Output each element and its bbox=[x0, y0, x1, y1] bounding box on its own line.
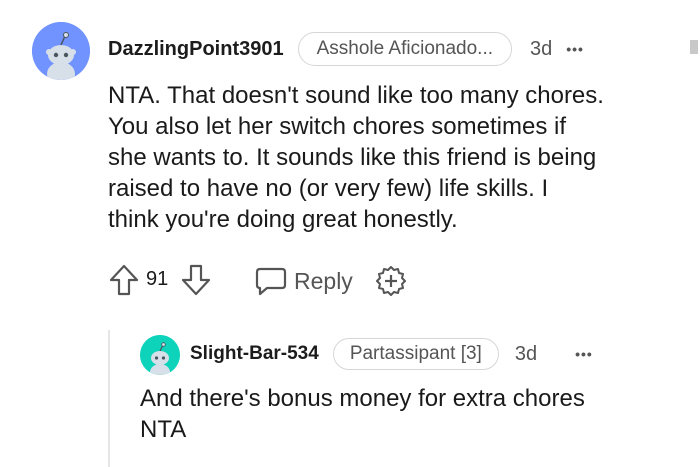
reply-username[interactable]: Slight-Bar-534 bbox=[190, 343, 319, 365]
comment-body: NTA. That doesn't sound like too many ch… bbox=[108, 80, 604, 235]
reply-button[interactable]: Reply bbox=[254, 264, 353, 298]
snoo-icon bbox=[32, 22, 90, 80]
comment-line: raised to have no (or very few) life ski… bbox=[108, 175, 549, 202]
reply-label: Reply bbox=[294, 267, 353, 294]
comment-header: DazzlingPoint3901 Asshole Aficionado... … bbox=[108, 32, 584, 66]
user-flair: Asshole Aficionado... bbox=[297, 32, 512, 66]
comment-line: You also let her switch chores sometimes… bbox=[108, 113, 566, 140]
reply-user-flair: Partassipant [3] bbox=[332, 338, 499, 370]
more-options-button[interactable]: ••• bbox=[566, 41, 584, 57]
reply-line: And there's bonus money for extra chores bbox=[140, 385, 585, 412]
upvote-button[interactable] bbox=[108, 262, 140, 298]
username[interactable]: DazzlingPoint3901 bbox=[108, 38, 284, 61]
speech-bubble-icon bbox=[255, 267, 287, 296]
snoo-icon bbox=[140, 335, 180, 375]
comment-line: think you're doing great honestly. bbox=[108, 206, 458, 233]
reply-body: And there's bonus money for extra chores… bbox=[140, 383, 585, 445]
reply-avatar[interactable] bbox=[140, 335, 180, 375]
reply-line: NTA bbox=[140, 416, 187, 443]
comment-line: she wants to. It sounds like this friend… bbox=[108, 144, 597, 171]
reply-age: 3d bbox=[514, 342, 538, 365]
reply-more-options-button[interactable]: ••• bbox=[575, 346, 593, 362]
scroll-indicator bbox=[690, 40, 698, 54]
avatar[interactable] bbox=[32, 22, 90, 80]
reply-header: Slight-Bar-534 Partassipant [3] 3d ••• bbox=[190, 338, 593, 370]
arrow-down-icon bbox=[181, 264, 211, 296]
thread-line[interactable] bbox=[108, 330, 110, 467]
arrow-up-icon bbox=[109, 264, 139, 296]
award-button[interactable] bbox=[374, 264, 408, 298]
comment-line: NTA. That doesn't sound like too many ch… bbox=[108, 82, 604, 109]
comment-age: 3d bbox=[530, 37, 553, 60]
plus-badge-icon bbox=[376, 266, 406, 296]
vote-count: 91 bbox=[146, 268, 169, 290]
downvote-button[interactable] bbox=[180, 262, 212, 298]
